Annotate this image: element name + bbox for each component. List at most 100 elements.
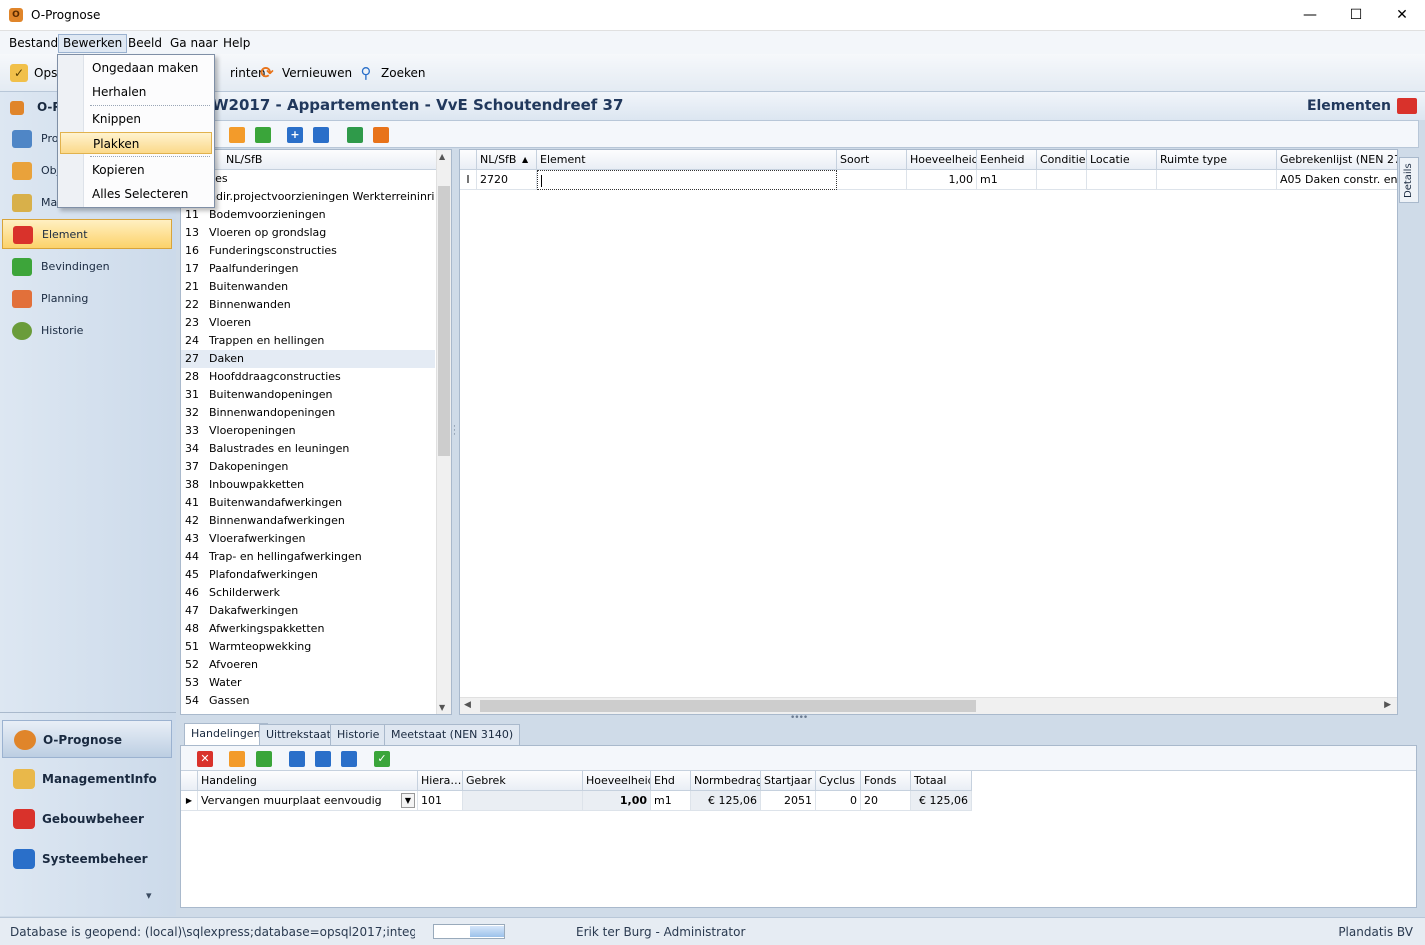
col-totaal[interactable]: Totaal — [911, 771, 972, 791]
list-item[interactable]: 38 Inbouwpakketten — [181, 476, 435, 494]
nlsfb-scrollbar[interactable]: ▲ ▼ — [436, 150, 451, 714]
col-cyclus[interactable]: Cyclus — [816, 771, 861, 791]
col-hoeveelheid[interactable]: Hoeveelheid — [907, 150, 977, 170]
cell-nlsfb[interactable]: 2720 — [477, 170, 537, 190]
menu-item-knippen[interactable]: Knippen — [60, 108, 212, 130]
menu-item-ongedaan-maken[interactable]: Ongedaan maken — [60, 57, 212, 79]
print-icon[interactable] — [373, 127, 389, 143]
list-item[interactable]: 34 Balustrades en leuningen — [181, 440, 435, 458]
list-item[interactable]: 21 Buitenwanden — [181, 278, 435, 296]
scroll-thumb[interactable] — [480, 700, 976, 712]
details-tab[interactable]: Details — [1399, 157, 1419, 203]
list-item[interactable]: 53 Water — [181, 674, 435, 692]
section-o-prognose[interactable]: O-Prognose — [2, 720, 172, 758]
cell-locatie[interactable] — [1087, 170, 1157, 190]
col-hoeveelheid[interactable]: Hoeveelheid — [583, 771, 651, 791]
list-item[interactable]: 48 Afwerkingspakketten — [181, 620, 435, 638]
menu-item-plakken[interactable]: Plakken — [60, 132, 212, 154]
list-item[interactable]: ndir.projectvoorzieningen Werkterreininr… — [181, 188, 435, 206]
col-startjaar[interactable]: Startjaar — [761, 771, 816, 791]
list-item[interactable]: 47 Dakafwerkingen — [181, 602, 435, 620]
section-systeembeheer[interactable]: Systeembeheer — [2, 840, 172, 878]
delete-icon[interactable]: ✕ — [197, 751, 213, 767]
horizontal-splitter-handle[interactable]: •••• — [790, 713, 808, 723]
cell-cyclus[interactable]: 0 — [816, 791, 861, 811]
opslaan-button[interactable]: ✓ Ops — [10, 62, 57, 84]
maximize-button[interactable]: ☐ — [1333, 0, 1379, 31]
menu-item-herhalen[interactable]: Herhalen — [60, 81, 212, 103]
menu-item-alles-selecteren[interactable]: Alles Selecteren — [60, 183, 212, 205]
tab-historie[interactable]: Historie — [330, 724, 387, 745]
cell-gebrekenlijst[interactable]: A05 Daken constr. en vu — [1277, 170, 1397, 190]
list-item[interactable]: 43 Vloerafwerkingen — [181, 530, 435, 548]
sidebar-item-element[interactable]: Element — [2, 219, 172, 249]
list-item[interactable]: 52 Afvoeren — [181, 656, 435, 674]
list-item[interactable]: 11 Bodemvoorzieningen — [181, 206, 435, 224]
col-gebrek[interactable]: Gebrek — [463, 771, 583, 791]
cell-hoeveelheid[interactable]: 1,00 — [583, 791, 651, 811]
minimize-button[interactable]: — — [1287, 0, 1333, 31]
col-fonds[interactable]: Fonds — [861, 771, 911, 791]
list-item[interactable]: 24 Trappen en hellingen — [181, 332, 435, 350]
cell-hiera[interactable]: 101 — [418, 791, 463, 811]
col-ehd[interactable]: Ehd — [651, 771, 691, 791]
row-marker[interactable]: ▶ — [181, 791, 198, 811]
list-item[interactable]: 41 Buitenwandafwerkingen — [181, 494, 435, 512]
menu-bewerken[interactable]: Bewerken — [58, 34, 128, 53]
c-icon[interactable] — [315, 751, 331, 767]
section-gebouwbeheer[interactable]: Gebouwbeheer — [2, 800, 172, 838]
list-item[interactable]: 28 Hoofddraagconstructies — [181, 368, 435, 386]
list-item[interactable]: 32 Binnenwandopeningen — [181, 404, 435, 422]
list-item[interactable]: 27 Daken — [181, 350, 435, 368]
list-item[interactable]: 46 Schilderwerk — [181, 584, 435, 602]
sidebar-item-bevindingen[interactable]: Bevindingen — [2, 252, 172, 282]
h-icon[interactable] — [289, 751, 305, 767]
menu-help[interactable]: Help — [218, 34, 255, 53]
duplicate-icon[interactable] — [313, 127, 329, 143]
sidebar-item-planning[interactable]: Planning — [2, 284, 172, 314]
list-item[interactable]: 31 Buitenwandopeningen — [181, 386, 435, 404]
horizontal-scrollbar[interactable]: ◀ ▶ — [460, 697, 1397, 714]
tab-handelingen[interactable]: Handelingen — [184, 723, 268, 746]
col-gebrekenlijst[interactable]: Gebrekenlijst (NEN 2767 — [1277, 150, 1397, 170]
col-hiera[interactable]: Hiera… — [418, 771, 463, 791]
list-item[interactable]: 54 Gassen — [181, 692, 435, 710]
edit-icon[interactable] — [229, 751, 245, 767]
list-item[interactable]: 45 Plafondafwerkingen — [181, 566, 435, 584]
row-marker[interactable]: I — [460, 170, 477, 190]
copy-icon[interactable] — [256, 751, 272, 767]
list-item[interactable]: 42 Binnenwandafwerkingen — [181, 512, 435, 530]
sidebar-chevron-icon[interactable]: ▾ — [146, 889, 152, 902]
list-item[interactable]: 22 Binnenwanden — [181, 296, 435, 314]
edit-icon[interactable] — [229, 127, 245, 143]
menu-bestand[interactable]: Bestand — [4, 34, 63, 53]
nlsfb-header[interactable]: NL/SfB — [181, 150, 437, 170]
col-locatie[interactable]: Locatie — [1087, 150, 1157, 170]
col-ruimte-type[interactable]: Ruimte type — [1157, 150, 1277, 170]
cell-normbedrag[interactable]: € 125,06 — [691, 791, 761, 811]
cell-eenheid[interactable]: m1 — [977, 170, 1037, 190]
list-item[interactable]: 17 Paalfunderingen — [181, 260, 435, 278]
menu-beeld[interactable]: Beeld — [123, 34, 167, 53]
col-handeling[interactable]: Handeling — [198, 771, 418, 791]
sidebar-item-historie[interactable]: Historie — [2, 316, 172, 346]
vernieuwen-button[interactable]: ⟳ Vernieuwen — [258, 62, 352, 84]
list-item[interactable]: 23 Vloeren — [181, 314, 435, 332]
cell-handeling[interactable]: Vervangen muurplaat eenvoudig ▼ — [198, 791, 418, 811]
cell-ehd[interactable]: m1 — [651, 791, 691, 811]
tab-meetstaat[interactable]: Meetstaat (NEN 3140) — [384, 724, 521, 745]
menu-ga-naar[interactable]: Ga naar — [165, 34, 223, 53]
scroll-thumb[interactable] — [438, 186, 450, 456]
cell-totaal[interactable]: € 125,06 — [911, 791, 972, 811]
list-item[interactable]: 51 Warmteopwekking — [181, 638, 435, 656]
excel-icon[interactable] — [347, 127, 363, 143]
col-normbedrag[interactable]: Normbedrag — [691, 771, 761, 791]
cell-soort[interactable] — [837, 170, 907, 190]
cell-gebrek[interactable] — [463, 791, 583, 811]
dropdown-icon[interactable]: ▼ — [401, 793, 415, 808]
close-button[interactable]: ✕ — [1379, 0, 1425, 31]
cell-hoeveelheid[interactable]: 1,00 — [907, 170, 977, 190]
list-item[interactable]: lles — [181, 170, 435, 188]
scroll-left-icon[interactable]: ◀ — [464, 700, 471, 710]
col-element[interactable]: Element — [537, 150, 837, 170]
